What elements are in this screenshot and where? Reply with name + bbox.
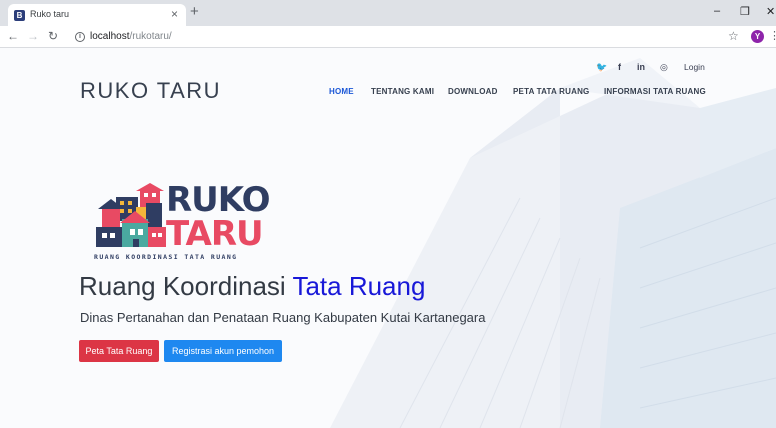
peta-tata-ruang-button[interactable]: Peta Tata Ruang xyxy=(79,340,159,362)
hero-title-accent: Tata Ruang xyxy=(292,271,426,301)
hero-title: Ruang Koordinasi Tata Ruang xyxy=(79,271,425,302)
minimize-icon[interactable]: – xyxy=(714,5,720,17)
nav-informasi-tata-ruang[interactable]: INFORMASI TATA RUANG xyxy=(604,87,706,96)
address-bar: ← → ↻ i localhost/rukotaru/ ☆ Y ⋮ xyxy=(0,26,776,48)
nav-peta-tata-ruang[interactable]: PETA TATA RUANG xyxy=(513,87,589,96)
browser-tab[interactable]: B Ruko taru × xyxy=(8,4,186,26)
site-brand[interactable]: RUKO TARU xyxy=(80,78,221,104)
tab-title: Ruko taru xyxy=(30,9,70,19)
logo-word-taru: TARU xyxy=(166,214,264,254)
hero-title-main: Ruang Koordinasi xyxy=(79,271,293,301)
nav-tentang-kami[interactable]: TENTANG KAMI xyxy=(371,87,434,96)
new-tab-icon[interactable]: + xyxy=(190,3,199,20)
nav-home[interactable]: HOME xyxy=(329,87,354,96)
url-field[interactable]: localhost/rukotaru/ xyxy=(90,31,172,42)
logo-city-icon xyxy=(96,183,166,247)
close-window-icon[interactable]: ✕ xyxy=(766,5,775,18)
info-icon[interactable]: i xyxy=(75,32,85,42)
logo-word-ruko: RUKO xyxy=(166,180,271,220)
browser-tab-bar: B Ruko taru × + – ❐ ✕ xyxy=(0,0,776,26)
star-icon[interactable]: ☆ xyxy=(728,29,739,43)
instagram-icon[interactable]: ◎ xyxy=(660,62,668,73)
favicon-icon: B xyxy=(14,10,25,21)
maximize-icon[interactable]: ❐ xyxy=(740,5,750,18)
hero-subtitle: Dinas Pertanahan dan Penataan Ruang Kabu… xyxy=(80,310,486,325)
profile-avatar[interactable]: Y xyxy=(751,30,764,43)
login-link[interactable]: Login xyxy=(684,62,705,72)
registrasi-akun-button[interactable]: Registrasi akun pemohon xyxy=(164,340,282,362)
logo-tagline: RUANG KOORDINASI TATA RUANG xyxy=(94,253,238,261)
back-icon[interactable]: ← xyxy=(7,29,19,43)
reload-icon[interactable]: ↻ xyxy=(48,29,58,43)
menu-icon[interactable]: ⋮ xyxy=(769,29,776,42)
forward-icon[interactable]: → xyxy=(27,29,39,43)
facebook-icon[interactable]: f xyxy=(618,62,621,72)
page: 🐦 f in ◎ Login RUKO TARU HOME TENTANG KA… xyxy=(0,48,776,428)
close-tab-icon[interactable]: × xyxy=(171,7,178,21)
twitter-icon[interactable]: 🐦 xyxy=(596,62,607,73)
linkedin-icon[interactable]: in xyxy=(637,62,645,72)
nav-download[interactable]: DOWNLOAD xyxy=(448,87,498,96)
